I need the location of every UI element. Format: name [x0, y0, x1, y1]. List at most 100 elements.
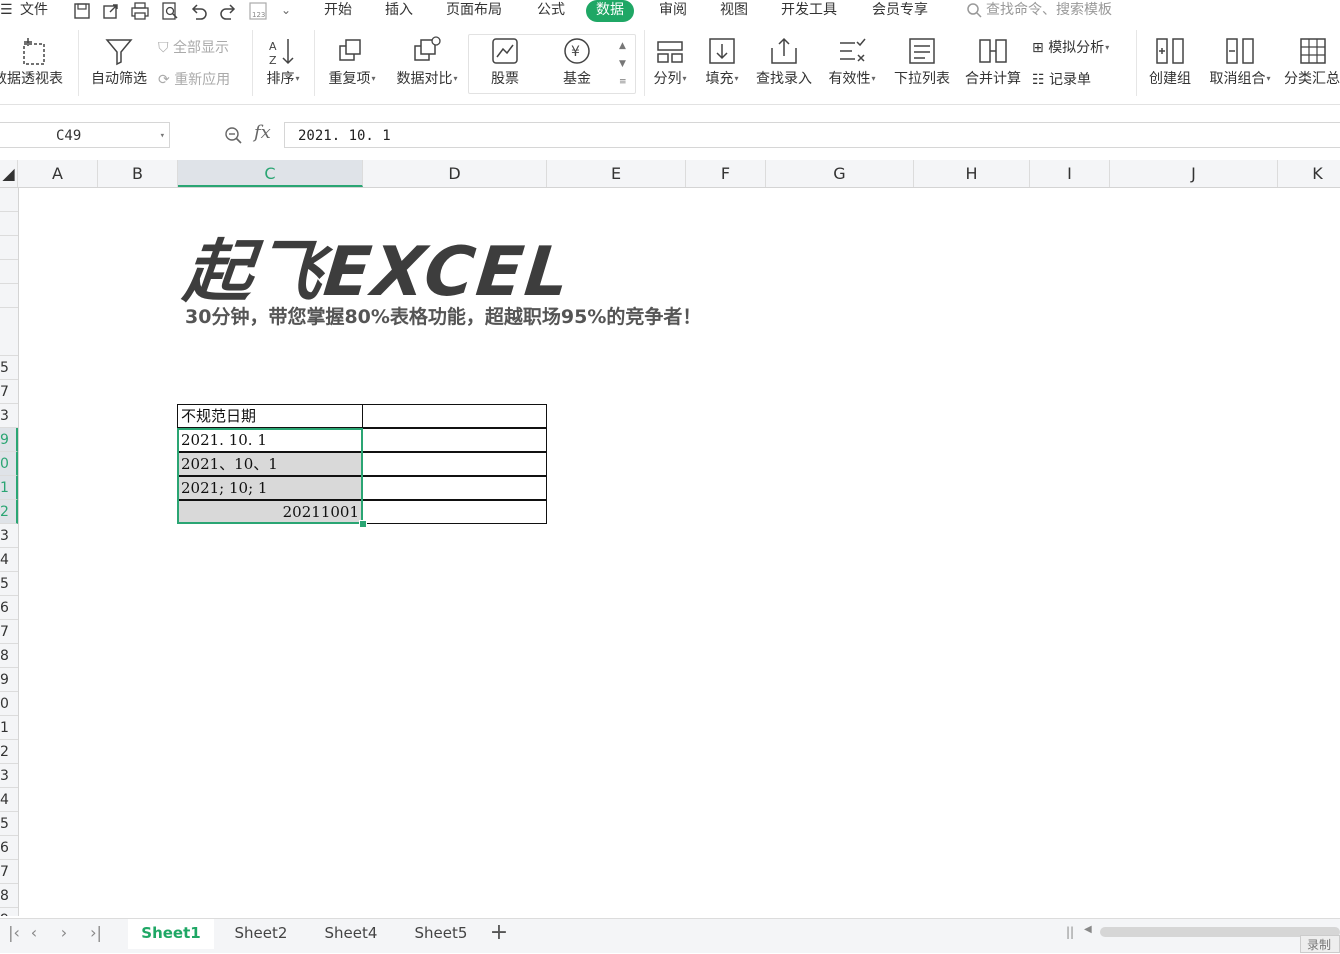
ungroup-button[interactable]: 取消组合▾: [1204, 34, 1276, 94]
export-icon[interactable]: [101, 1, 121, 21]
row-header-cell[interactable]: [0, 284, 18, 308]
column-header-h[interactable]: H: [914, 160, 1030, 187]
add-sheet-icon[interactable]: +: [486, 919, 512, 949]
name-box-dropdown-icon[interactable]: ▾: [160, 123, 165, 149]
row-header-cell[interactable]: 9: [0, 428, 18, 452]
row-header-cell[interactable]: 6: [0, 836, 18, 860]
fill-handle[interactable]: [359, 520, 367, 528]
table-cell-date[interactable]: 2021. 10. 1: [177, 428, 363, 452]
dropdown-list-button[interactable]: 下拉列表: [890, 34, 954, 94]
column-header-f[interactable]: F: [686, 160, 766, 187]
row-header-cell[interactable]: 1: [0, 716, 18, 740]
sheet-tab-sheet4[interactable]: Sheet4: [308, 919, 394, 949]
table-cell-empty[interactable]: [362, 452, 547, 476]
row-header-cell[interactable]: 3: [0, 764, 18, 788]
whatif-analysis-button[interactable]: ⊞ 模拟分析▾: [1032, 38, 1109, 58]
row-header-cell[interactable]: 1: [0, 476, 18, 500]
row-header-cell[interactable]: 3: [0, 404, 18, 428]
table-cell-date[interactable]: 2021; 10; 1: [177, 476, 363, 500]
scroll-left-icon[interactable]: ◀: [1084, 924, 1092, 935]
formula-input[interactable]: 2021. 10. 1: [284, 122, 1340, 148]
command-search-input[interactable]: 查找命令、搜索模板: [986, 0, 1112, 22]
row-header-cell[interactable]: 4: [0, 548, 18, 572]
save-icon[interactable]: [72, 1, 92, 21]
select-all-corner[interactable]: ◢: [0, 160, 18, 187]
undo-icon[interactable]: [189, 1, 209, 21]
first-sheet-icon[interactable]: |‹: [4, 923, 24, 943]
redo-icon[interactable]: [218, 1, 238, 21]
table-cell-date[interactable]: 2021、10、1: [177, 452, 363, 476]
tab-data[interactable]: 数据: [586, 0, 634, 22]
row-header-cell[interactable]: 2: [0, 740, 18, 764]
column-header-a[interactable]: A: [18, 160, 98, 187]
row-header-cell[interactable]: 9: [0, 908, 18, 916]
next-sheet-icon[interactable]: ›: [54, 923, 74, 943]
format-number-icon[interactable]: 123: [248, 1, 268, 21]
column-header-c[interactable]: C: [178, 160, 363, 187]
reapply-button[interactable]: ⟳ 重新应用: [158, 70, 230, 90]
fill-button[interactable]: 填充▾: [700, 34, 744, 94]
tab-developer[interactable]: 开发工具: [781, 0, 837, 22]
file-menu[interactable]: 文件: [20, 0, 48, 22]
table-cell-empty[interactable]: [362, 428, 547, 452]
print-icon[interactable]: [130, 1, 150, 21]
data-compare-button[interactable]: 数据对比▾: [390, 34, 464, 94]
row-header-cell[interactable]: 3: [0, 524, 18, 548]
row-header-cell[interactable]: 0: [0, 452, 18, 476]
column-header-i[interactable]: I: [1030, 160, 1110, 187]
fx-icon[interactable]: fx: [254, 122, 271, 143]
previous-sheet-icon[interactable]: ‹: [24, 923, 44, 943]
name-box[interactable]: C49 ▾: [0, 122, 170, 148]
quick-access-more-icon[interactable]: ⌄: [281, 0, 291, 22]
row-header-cell[interactable]: 8: [0, 884, 18, 908]
column-header-k[interactable]: K: [1278, 160, 1340, 187]
tab-home[interactable]: 开始: [324, 0, 352, 22]
show-all-button[interactable]: ⛉ 全部显示: [158, 38, 229, 58]
print-preview-icon[interactable]: [160, 1, 180, 21]
pivot-table-button[interactable]: 数据透视表: [0, 34, 70, 94]
table-cell-empty[interactable]: [362, 476, 547, 500]
record-label[interactable]: 录制: [1300, 935, 1340, 953]
row-header-cell[interactable]: [0, 308, 18, 356]
row-header-cell[interactable]: 7: [0, 860, 18, 884]
row-header-cell[interactable]: 0: [0, 692, 18, 716]
sheet-tab-sheet5[interactable]: Sheet5: [398, 919, 484, 949]
row-header-cell[interactable]: [0, 188, 18, 212]
tab-membership[interactable]: 会员专享: [872, 0, 928, 22]
menu-hamburger-icon[interactable]: ☰: [0, 0, 13, 22]
gallery-down-icon[interactable]: ▼: [619, 54, 626, 74]
table-cell-empty[interactable]: [362, 500, 547, 524]
tab-page-layout[interactable]: 页面布局: [446, 0, 502, 22]
row-header-cell[interactable]: [0, 236, 18, 260]
tab-splitter-icon[interactable]: ||: [1066, 925, 1074, 939]
row-header-cell[interactable]: 5: [0, 572, 18, 596]
funds-button[interactable]: ¥ 基金: [550, 34, 604, 94]
row-header-cell[interactable]: 2: [0, 500, 18, 524]
gallery-up-icon[interactable]: ▲: [619, 36, 626, 56]
consolidate-button[interactable]: 合并计算: [962, 34, 1024, 94]
column-header-b[interactable]: B: [98, 160, 178, 187]
create-group-button[interactable]: 创建组: [1144, 34, 1196, 94]
record-form-button[interactable]: ☷ 记录单: [1032, 70, 1091, 90]
column-header-j[interactable]: J: [1110, 160, 1278, 187]
sheet-tab-sheet2[interactable]: Sheet2: [218, 919, 304, 949]
split-column-button[interactable]: 分列▾: [648, 34, 692, 94]
column-header-e[interactable]: E: [547, 160, 686, 187]
gallery-more-icon[interactable]: ≡: [619, 72, 627, 92]
row-header-cell[interactable]: [0, 212, 18, 236]
subtotal-button[interactable]: 分类汇总: [1284, 34, 1340, 94]
row-header-cell[interactable]: [0, 260, 18, 284]
tab-view[interactable]: 视图: [720, 0, 748, 22]
tab-insert[interactable]: 插入: [385, 0, 413, 22]
zoom-icon[interactable]: [224, 126, 244, 146]
row-header-cell[interactable]: 7: [0, 380, 18, 404]
row-header-cell[interactable]: 9: [0, 668, 18, 692]
column-header-d[interactable]: D: [363, 160, 547, 187]
row-header-cell[interactable]: 8: [0, 644, 18, 668]
duplicates-button[interactable]: 重复项▾: [322, 34, 382, 94]
sort-button[interactable]: AZ 排序▾: [258, 34, 308, 94]
row-header-cell[interactable]: 5: [0, 812, 18, 836]
column-header-g[interactable]: G: [766, 160, 914, 187]
stocks-button[interactable]: 股票: [478, 34, 532, 94]
tab-review[interactable]: 审阅: [659, 0, 687, 22]
